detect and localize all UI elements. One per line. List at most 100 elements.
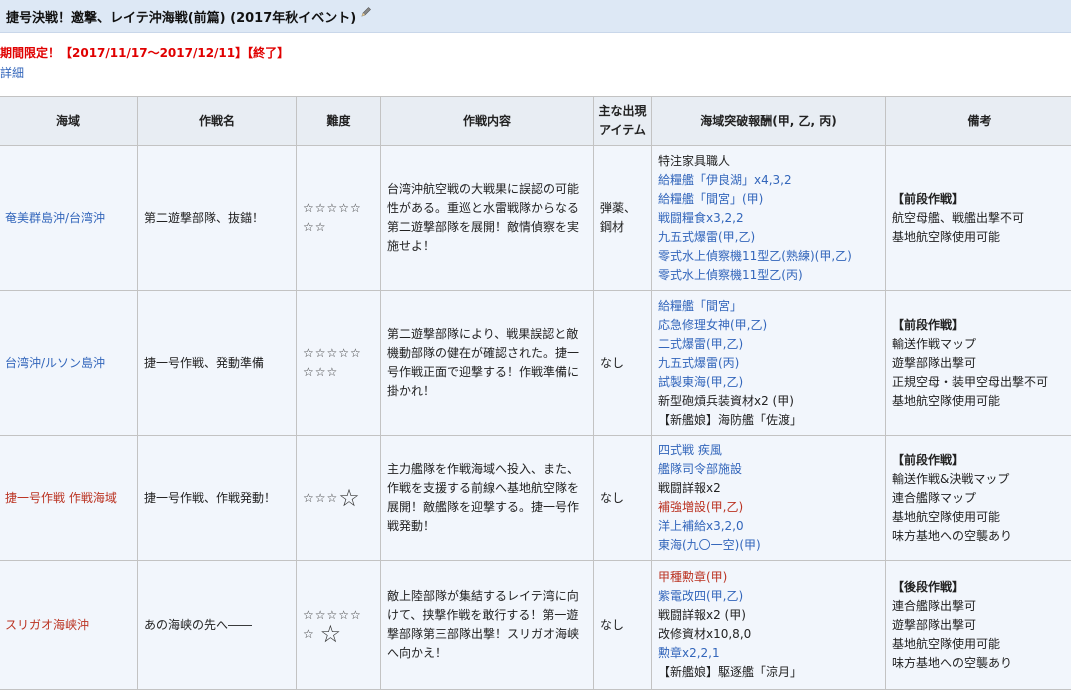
reward-item: 新型砲熕兵装資材x2 (甲) bbox=[658, 392, 879, 411]
reward-item[interactable]: 戦闘糧食x3,2,2 bbox=[658, 209, 879, 228]
difficulty-stars-line2: ☆☆ bbox=[303, 218, 374, 237]
reward-item[interactable]: 給糧艦「間宮」(甲) bbox=[658, 190, 879, 209]
reward-item[interactable]: 九五式爆雷(丙) bbox=[658, 354, 879, 373]
difficulty-stars: ☆☆☆☆☆ bbox=[303, 199, 374, 218]
area-cell: 奄美群島沖/台湾沖 bbox=[0, 146, 138, 291]
items-cell: 弾薬、鋼材 bbox=[594, 146, 652, 291]
notes-cell: 【前段作戦】航空母艦、戦艦出撃不可基地航空隊使用可能 bbox=[886, 146, 1071, 291]
reward-item[interactable]: 二式爆雷(甲,乙) bbox=[658, 335, 879, 354]
difficulty-stars-line2: ☆ ☆ bbox=[303, 625, 374, 644]
rewards-cell: 甲種勲章(甲)紫電改四(甲,乙)戦闘詳報x2 (甲)改修資材x10,8,0勲章x… bbox=[652, 561, 886, 690]
items-cell: なし bbox=[594, 436, 652, 561]
reward-item[interactable]: 零式水上偵察機11型乙(熟練)(甲,乙) bbox=[658, 247, 879, 266]
op-name-cell: 第二遊撃部隊、抜錨！ bbox=[138, 146, 297, 291]
area-link[interactable]: 捷一号作戦 作戦海域 bbox=[5, 491, 117, 505]
reward-item[interactable]: 給糧艦「間宮」 bbox=[658, 297, 879, 316]
notes-line: 基地航空隊使用可能 bbox=[892, 508, 1067, 527]
reward-item: 特注家具職人 bbox=[658, 152, 879, 171]
section-header: 捷号決戦！邀撃、レイテ沖海戦(前篇) (2017年秋イベント) bbox=[0, 0, 1071, 33]
reward-item: 【新艦娘】駆逐艦「涼月」 bbox=[658, 663, 879, 682]
reward-item[interactable]: 補強増設(甲,乙) bbox=[658, 498, 879, 517]
items-cell: なし bbox=[594, 561, 652, 690]
op-name-cell: 捷一号作戦、発動準備 bbox=[138, 291, 297, 436]
header-op-name: 作戦名 bbox=[138, 97, 297, 146]
notes-line: 基地航空隊使用可能 bbox=[892, 392, 1067, 411]
reward-item[interactable]: 東海(九〇一空)(甲) bbox=[658, 536, 879, 555]
reward-item[interactable]: 四式戦 疾風 bbox=[658, 441, 879, 460]
reward-item[interactable]: 甲種勲章(甲) bbox=[658, 568, 879, 587]
notes-heading: 【前段作戦】 bbox=[892, 190, 1067, 209]
content-cell: 第二遊撃部隊により、戦果誤認と敵機動部隊の健在が確認された。捷一号作戦正面で迎撃… bbox=[381, 291, 594, 436]
difficulty-stars: ☆☆ bbox=[303, 220, 327, 234]
op-name-cell: 捷一号作戦、作戦発動！ bbox=[138, 436, 297, 561]
pencil-edit-icon[interactable] bbox=[360, 6, 372, 18]
reward-item: 戦闘詳報x2 bbox=[658, 479, 879, 498]
difficulty-stars: ☆ bbox=[303, 627, 315, 641]
table-row: 捷一号作戦 作戦海域捷一号作戦、作戦発動！☆☆☆☆主力艦隊を作戦海域へ投入、また… bbox=[0, 436, 1071, 561]
area-link[interactable]: 奄美群島沖/台湾沖 bbox=[5, 211, 105, 225]
notes-line: 味方基地への空襲あり bbox=[892, 654, 1067, 673]
area-link[interactable]: スリガオ海峡沖 bbox=[5, 618, 89, 632]
notes-heading: 【後段作戦】 bbox=[892, 578, 1067, 597]
reward-item[interactable]: 勲章x2,2,1 bbox=[658, 644, 879, 663]
content-cell: 台湾沖航空戦の大戦果に誤認の可能性がある。重巡と水雷戦隊からなる第二遊撃部隊を展… bbox=[381, 146, 594, 291]
table-header-row: 海域 作戦名 難度 作戦内容 主な出現アイテム 海域突破報酬(甲, 乙, 丙) … bbox=[0, 97, 1071, 146]
items-cell: なし bbox=[594, 291, 652, 436]
difficulty-cell: ☆☆☆☆☆☆☆ bbox=[297, 146, 381, 291]
reward-item[interactable]: 給糧艦「伊良湖」x4,3,2 bbox=[658, 171, 879, 190]
difficulty-cell: ☆☆☆☆ bbox=[297, 436, 381, 561]
notes-heading: 【前段作戦】 bbox=[892, 451, 1067, 470]
header-content: 作戦内容 bbox=[381, 97, 594, 146]
difficulty-cell: ☆☆☆☆☆☆ ☆ bbox=[297, 561, 381, 690]
reward-item: 戦闘詳報x2 (甲) bbox=[658, 606, 879, 625]
reward-item[interactable]: 試製東海(甲,乙) bbox=[658, 373, 879, 392]
reward-item: 改修資材x10,8,0 bbox=[658, 625, 879, 644]
notes-line: 輸送作戦マップ bbox=[892, 335, 1067, 354]
notes-line: 基地航空隊使用可能 bbox=[892, 228, 1067, 247]
table-row: 奄美群島沖/台湾沖第二遊撃部隊、抜錨！☆☆☆☆☆☆☆台湾沖航空戦の大戦果に誤認の… bbox=[0, 146, 1071, 291]
table-row: 台湾沖/ルソン島沖捷一号作戦、発動準備☆☆☆☆☆☆☆☆第二遊撃部隊により、戦果誤… bbox=[0, 291, 1071, 436]
operations-table: 海域 作戦名 難度 作戦内容 主な出現アイテム 海域突破報酬(甲, 乙, 丙) … bbox=[0, 96, 1071, 690]
difficulty-stars: ☆☆☆☆☆ bbox=[303, 344, 374, 363]
notes-line: 航空母艦、戦艦出撃不可 bbox=[892, 209, 1067, 228]
notes-line: 遊撃部隊出撃可 bbox=[892, 616, 1067, 635]
notes-line: 連合艦隊出撃可 bbox=[892, 597, 1067, 616]
rewards-cell: 特注家具職人給糧艦「伊良湖」x4,3,2給糧艦「間宮」(甲)戦闘糧食x3,2,2… bbox=[652, 146, 886, 291]
notes-heading: 【前段作戦】 bbox=[892, 316, 1067, 335]
reward-item[interactable]: 零式水上偵察機11型乙(丙) bbox=[658, 266, 879, 285]
content-cell: 敵上陸部隊が集結するレイテ湾に向けて、挟撃作戦を敢行する！第一遊撃部隊第三部隊出… bbox=[381, 561, 594, 690]
table-row: スリガオ海峡沖あの海峡の先へ――☆☆☆☆☆☆ ☆敵上陸部隊が集結するレイテ湾に向… bbox=[0, 561, 1071, 690]
difficulty-stars-line2: ☆☆☆ bbox=[303, 363, 374, 382]
notes-line: 遊撃部隊出撃可 bbox=[892, 354, 1067, 373]
rewards-cell: 四式戦 疾風艦隊司令部施設戦闘詳報x2補強増設(甲,乙)洋上補給x3,2,0東海… bbox=[652, 436, 886, 561]
reward-item[interactable]: 応急修理女神(甲,乙) bbox=[658, 316, 879, 335]
page-title: 捷号決戦！邀撃、レイテ沖海戦(前篇) (2017年秋イベント) bbox=[6, 7, 356, 26]
notes-line: 輸送作戦&決戦マップ bbox=[892, 470, 1067, 489]
difficulty-cell: ☆☆☆☆☆☆☆☆ bbox=[297, 291, 381, 436]
reward-item[interactable]: 洋上補給x3,2,0 bbox=[658, 517, 879, 536]
notes-cell: 【後段作戦】連合艦隊出撃可遊撃部隊出撃可基地航空隊使用可能味方基地への空襲あり bbox=[886, 561, 1071, 690]
reward-item[interactable]: 艦隊司令部施設 bbox=[658, 460, 879, 479]
header-area: 海域 bbox=[0, 97, 138, 146]
difficulty-stars: ☆☆☆ bbox=[303, 491, 338, 505]
reward-item[interactable]: 九五式爆雷(甲,乙) bbox=[658, 228, 879, 247]
event-period-notice: 期間限定！【2017/11/17～2017/12/11】【終了】 bbox=[0, 44, 289, 61]
large-star-icon: ☆ bbox=[320, 620, 342, 648]
notes-cell: 【前段作戦】輸送作戦&決戦マップ連合艦隊マップ基地航空隊使用可能味方基地への空襲… bbox=[886, 436, 1071, 561]
header-notes: 備考 bbox=[886, 97, 1071, 146]
op-name-cell: あの海峡の先へ―― bbox=[138, 561, 297, 690]
reward-item: 【新艦娘】海防艦「佐渡」 bbox=[658, 411, 879, 430]
header-difficulty: 難度 bbox=[297, 97, 381, 146]
difficulty-stars: ☆☆☆ bbox=[303, 365, 338, 379]
area-cell: 台湾沖/ルソン島沖 bbox=[0, 291, 138, 436]
reward-item[interactable]: 紫電改四(甲,乙) bbox=[658, 587, 879, 606]
detail-link[interactable]: 詳細 bbox=[0, 64, 24, 81]
large-star-icon: ☆ bbox=[338, 484, 360, 512]
header-rewards: 海域突破報酬(甲, 乙, 丙) bbox=[652, 97, 886, 146]
area-cell: スリガオ海峡沖 bbox=[0, 561, 138, 690]
rewards-cell: 給糧艦「間宮」応急修理女神(甲,乙)二式爆雷(甲,乙)九五式爆雷(丙)試製東海(… bbox=[652, 291, 886, 436]
area-link[interactable]: 台湾沖/ルソン島沖 bbox=[5, 356, 105, 370]
notes-line: 基地航空隊使用可能 bbox=[892, 635, 1067, 654]
notes-cell: 【前段作戦】輸送作戦マップ遊撃部隊出撃可正規空母・装甲空母出撃不可基地航空隊使用… bbox=[886, 291, 1071, 436]
notes-line: 正規空母・装甲空母出撃不可 bbox=[892, 373, 1067, 392]
